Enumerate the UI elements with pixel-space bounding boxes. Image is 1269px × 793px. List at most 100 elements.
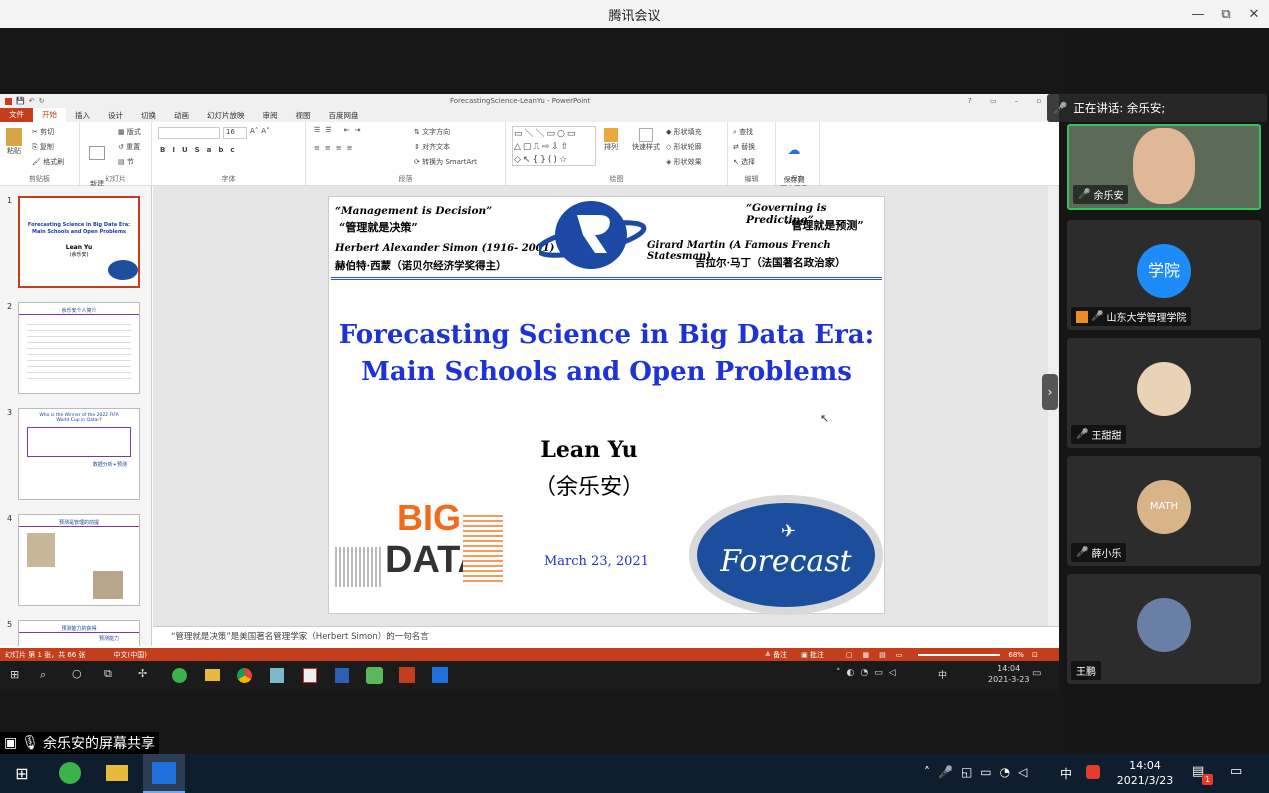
video-tile-2[interactable]: 学院 🎤 山东大学管理学院: [1067, 220, 1261, 330]
font-format-buttons[interactable]: BIUSabc: [160, 146, 242, 154]
maximize-button[interactable]: ⧉: [1211, 0, 1241, 28]
browser-360-icon[interactable]: [59, 762, 81, 784]
tencent-meeting-icon[interactable]: [432, 667, 448, 683]
replace-button[interactable]: ⇄ 替换: [733, 140, 755, 155]
tab-baidu[interactable]: 百度网盘: [320, 110, 368, 121]
video-tile-4[interactable]: MATH 🎤 薛小乐: [1067, 456, 1261, 566]
ppt-window-controls[interactable]: ? ▭ – ▫: [968, 97, 1049, 105]
taskbar-active-app[interactable]: [143, 754, 185, 793]
author-left-en: Herbert Alexander Simon (1916- 2001): [335, 243, 555, 254]
undo-icon[interactable]: ↶: [29, 97, 35, 105]
video-tile-3[interactable]: 🎤 王甜甜: [1067, 338, 1261, 448]
shape-outline-button[interactable]: ◇ 形状轮廓: [666, 140, 702, 155]
thumb-slide-4[interactable]: 预测是管理的前提: [18, 514, 140, 606]
thumb-sub: 预测能力: [99, 636, 120, 642]
shape-outline-label: 形状轮廓: [673, 143, 702, 151]
font-name-field[interactable]: [158, 127, 220, 139]
group-label: 编辑: [744, 175, 759, 183]
tab-insert[interactable]: 插入: [66, 110, 99, 121]
notes-pane[interactable]: “管理就是决策”是美国著名管理学家（Herbert Simon）的一句名言: [153, 626, 1059, 646]
video-tile-1[interactable]: 🎤 余乐安: [1067, 124, 1261, 210]
shape-effects-button[interactable]: ◈ 形状效果: [666, 155, 702, 170]
tab-slideshow[interactable]: 幻灯片放映: [198, 110, 254, 121]
tab-transitions[interactable]: 切换: [132, 110, 165, 121]
section-button[interactable]: ▤ 节: [118, 155, 141, 170]
wechat-icon[interactable]: [366, 667, 383, 684]
windows-start-icon[interactable]: ⊞: [10, 668, 19, 681]
tab-home[interactable]: 开始: [33, 108, 66, 122]
redo-icon[interactable]: ↻: [39, 97, 45, 105]
group-font: 16 A˄ A˅ BIUSabc 字体: [152, 122, 306, 185]
powerpoint-taskbar-icon[interactable]: [399, 667, 415, 683]
tab-view[interactable]: 视图: [287, 110, 320, 121]
text-direction-button[interactable]: ⇅ 文字方向: [414, 125, 477, 140]
search-icon[interactable]: ⌕: [40, 668, 46, 682]
tray-icons[interactable]: ˄◐◔▭◁: [836, 668, 902, 678]
word-icon[interactable]: [335, 668, 349, 683]
chrome-icon[interactable]: [237, 668, 252, 683]
new-slide-icon: [89, 146, 106, 160]
clock[interactable]: 14:04 2021/3/23: [1110, 758, 1180, 788]
cortana-icon[interactable]: ○: [72, 667, 82, 680]
fit-slide-icon[interactable]: ⊡: [1032, 651, 1038, 659]
select-button[interactable]: ↖ 选择: [733, 155, 755, 170]
quick-styles-button[interactable]: 快速样式: [632, 128, 660, 152]
shape-fill-button[interactable]: ◆ 形状填充: [666, 125, 702, 140]
find-button[interactable]: ⌕ 查找: [733, 125, 755, 140]
tab-design[interactable]: 设计: [99, 110, 132, 121]
tab-animations[interactable]: 动画: [165, 110, 198, 121]
remote-clock[interactable]: 14:04 2021-3-23: [988, 663, 1029, 685]
arrange-button[interactable]: 排列: [604, 128, 618, 152]
task-view-icon[interactable]: ⧉: [104, 667, 112, 681]
font-grow-icon[interactable]: A˄: [250, 127, 258, 139]
ime-indicator[interactable]: 中: [938, 668, 947, 681]
comments-toggle[interactable]: ▣ 批注: [801, 650, 824, 660]
font-size-field[interactable]: 16: [223, 127, 247, 139]
video-tile-5[interactable]: 王鹏: [1067, 574, 1261, 684]
file-explorer-icon[interactable]: [106, 765, 128, 781]
layout-button[interactable]: ▦ 版式: [118, 125, 141, 140]
copy-button[interactable]: ⎘ 复制: [32, 140, 64, 155]
speaker-mic-icon: 🎤: [1053, 101, 1068, 115]
align-buttons[interactable]: ≡≡≡≡: [314, 144, 357, 152]
panel-toggle-chevron-icon[interactable]: ›: [1042, 374, 1058, 410]
action-center-icon[interactable]: ▭: [1230, 764, 1242, 779]
tab-review[interactable]: 审阅: [254, 110, 287, 121]
view-buttons[interactable]: ▢▦▤▭: [846, 651, 912, 659]
group-label: 段落: [398, 175, 413, 183]
align-text-button[interactable]: ⇕ 对齐文本: [414, 140, 477, 155]
format-painter-button[interactable]: 🖌 格式刷: [32, 155, 64, 170]
reset-button[interactable]: ↺ 重置: [118, 140, 141, 155]
paper-plane-icon: ✈: [781, 521, 797, 542]
thumb-slide-5[interactable]: 预测能力的获得 预测能力: [18, 620, 140, 646]
tray-icons[interactable]: ˄🎤◱▭◔◁: [924, 765, 1035, 779]
notes-toggle[interactable]: ≜ 备注: [765, 650, 787, 660]
paste-button[interactable]: 粘贴: [6, 128, 22, 156]
close-button[interactable]: ✕: [1239, 0, 1269, 28]
tab-file[interactable]: 文件: [0, 108, 33, 122]
thumb-slide-3[interactable]: Who is the Winner of the 2022 FIFA World…: [18, 408, 140, 500]
find-label: 查找: [739, 128, 754, 136]
ime-indicator[interactable]: 中: [1060, 765, 1072, 782]
sogou-icon[interactable]: [1086, 765, 1100, 779]
windows-start-icon[interactable]: ⊞: [10, 762, 34, 784]
minimize-button[interactable]: —: [1183, 0, 1213, 28]
zoom-slider[interactable]: [918, 653, 1001, 656]
file-explorer-icon[interactable]: [205, 669, 220, 681]
notes-app-icon[interactable]: [270, 668, 284, 683]
thumb-slide-2[interactable]: 余乐安个人简介: [18, 302, 140, 394]
thumb-slide-1[interactable]: Forecasting Science in Big Data Era: Mai…: [18, 196, 140, 288]
shapes-gallery[interactable]: ▭＼＼▭○▭ △▢⎍⇨⇩⇧ ◇↖{}()☆: [512, 126, 596, 166]
save-icon[interactable]: 💾: [16, 97, 25, 105]
current-slide[interactable]: “Management is Decision” “管理就是决策” Herber…: [328, 196, 885, 615]
browser-360-icon[interactable]: [172, 668, 187, 683]
list-buttons[interactable]: ☰☰ ⇤⇥: [314, 126, 366, 134]
group-label: 幻灯片: [105, 175, 126, 183]
cut-button[interactable]: ✂ 剪切: [32, 125, 64, 140]
quick-access-toolbar: 💾 ↶ ↻ ForecastingScience-LeanYu - PowerP…: [0, 94, 1059, 108]
smartart-button[interactable]: ⟳ 转换为 SmartArt: [414, 155, 477, 170]
font-shrink-icon[interactable]: A˅: [261, 127, 269, 139]
fan-app-icon[interactable]: ✢: [138, 667, 147, 680]
notification-icon[interactable]: ▭: [1032, 668, 1041, 679]
acrobat-icon[interactable]: [303, 668, 317, 683]
